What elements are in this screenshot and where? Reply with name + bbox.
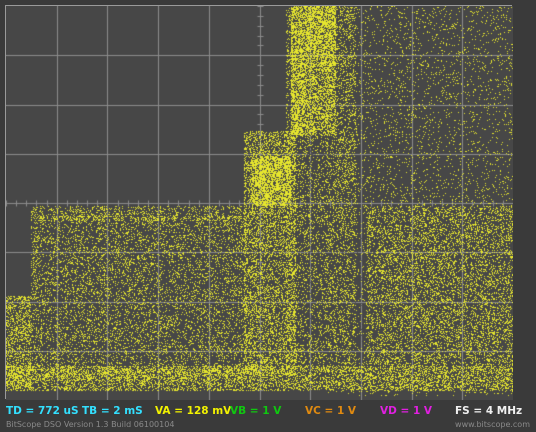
timebase-readout[interactable]: TB = 2 mS [82, 405, 143, 417]
channel-d-volts-readout[interactable]: VD = 1 V [380, 405, 432, 417]
channel-b-volts-readout[interactable]: VB = 1 V [230, 405, 281, 417]
scope-window: TD = 772 uS TB = 2 mS VA = 128 mV VB = 1… [0, 0, 536, 432]
version-label: BitScope DSO Version 1.3 Build 06100104 [6, 420, 175, 429]
channel-a-trace [6, 6, 513, 400]
oscilloscope-display[interactable] [5, 5, 513, 400]
sample-rate-readout[interactable]: FS = 4 MHz [455, 405, 522, 417]
channel-a-volts-readout[interactable]: VA = 128 mV [155, 405, 231, 417]
channel-c-volts-readout[interactable]: VC = 1 V [305, 405, 356, 417]
status-bar: TD = 772 uS TB = 2 mS VA = 128 mV VB = 1… [0, 404, 536, 420]
website-link[interactable]: www.bitscope.com [455, 420, 530, 429]
timebase-delay-readout[interactable]: TD = 772 uS [6, 405, 79, 417]
footer-bar: BitScope DSO Version 1.3 Build 06100104 … [0, 420, 536, 432]
